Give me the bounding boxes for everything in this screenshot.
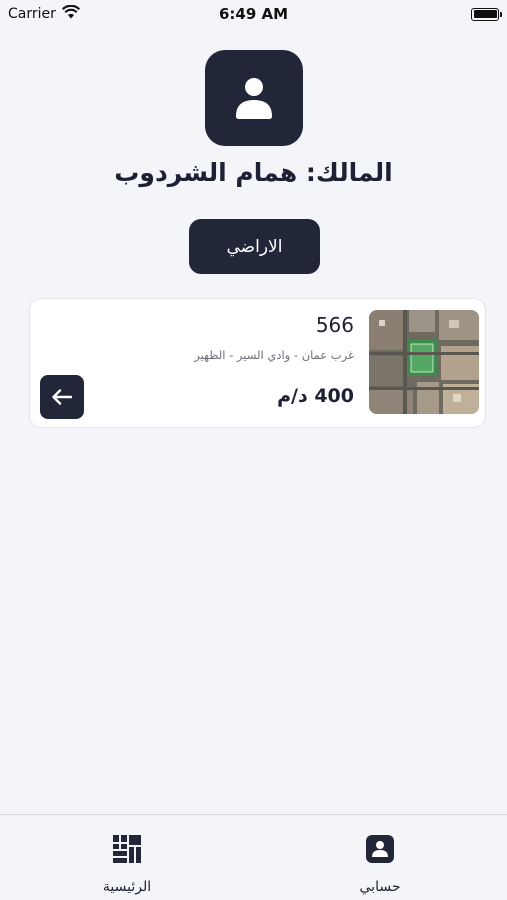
tab-bar: الرئيسية حسابي	[0, 814, 507, 900]
land-price: 400 د/م	[277, 385, 354, 407]
tab-account[interactable]: حسابي	[310, 815, 450, 900]
carrier-label: Carrier	[8, 6, 56, 22]
avatar	[205, 50, 303, 146]
land-card[interactable]: 566 غرب عمان - وادي السير - الظهير 400 د…	[29, 298, 486, 428]
person-icon	[236, 78, 272, 119]
account-icon	[366, 835, 394, 863]
lands-button[interactable]: الاراضي	[189, 219, 320, 274]
screen: Carrier 6:49 AM المالك: همام الشردوب الا…	[0, 0, 507, 900]
status-bar: Carrier 6:49 AM	[0, 0, 507, 28]
battery-icon	[471, 7, 502, 21]
owner-title: المالك: همام الشردوب	[114, 158, 393, 187]
tab-account-label: حسابي	[359, 879, 401, 895]
wifi-icon	[61, 4, 80, 23]
land-thumbnail	[369, 310, 479, 414]
grid-icon	[113, 835, 141, 863]
tab-home[interactable]: الرئيسية	[57, 815, 197, 900]
tab-home-label: الرئيسية	[102, 879, 152, 895]
land-details-button[interactable]	[40, 375, 84, 419]
battery-fill	[473, 10, 497, 18]
arrow-left-icon	[52, 389, 72, 405]
status-left: Carrier	[8, 4, 80, 23]
land-number: 566	[315, 313, 354, 337]
land-location: غرب عمان - وادي السير - الظهير	[194, 348, 354, 362]
